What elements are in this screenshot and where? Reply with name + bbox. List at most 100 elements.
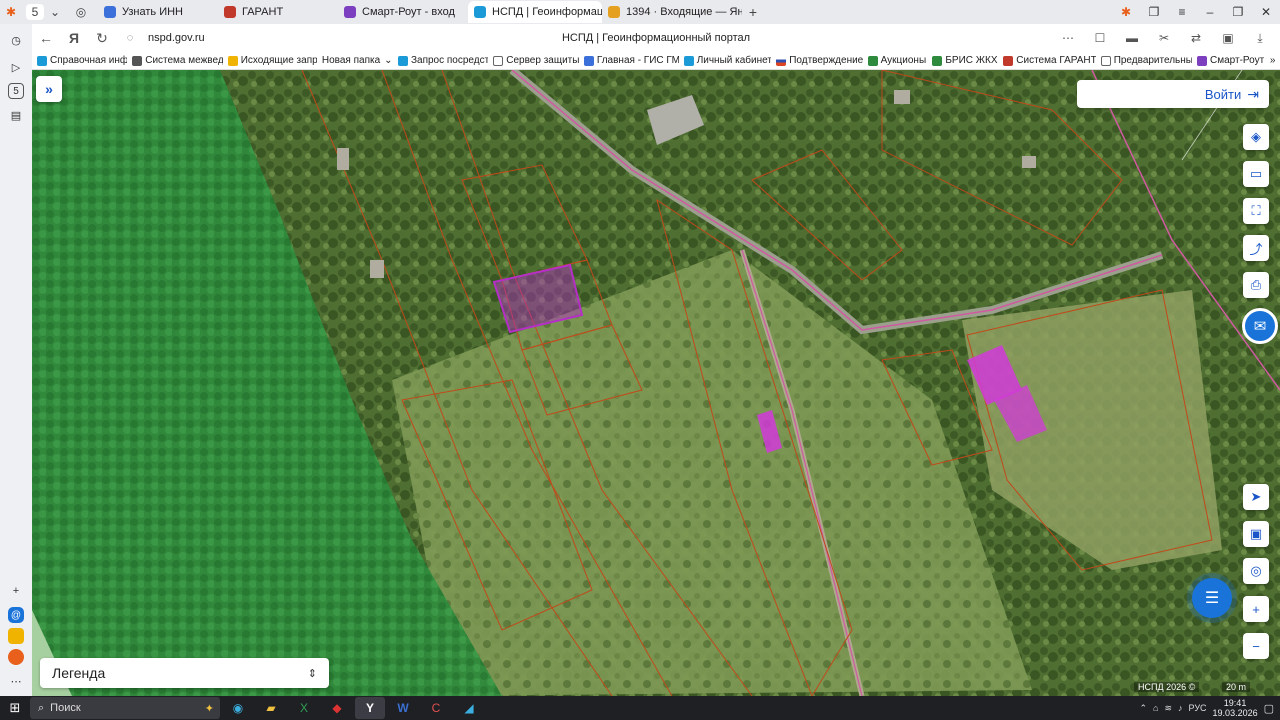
tab-inn[interactable]: Узнать ИНН [98, 1, 218, 23]
tray-chevron-icon[interactable]: ⌃ [1139, 703, 1147, 714]
extension-tools-icon[interactable]: ✂ [1150, 31, 1178, 45]
menu-icon[interactable]: ≡ [1168, 5, 1196, 19]
shield-icon[interactable]: ◎ [70, 1, 92, 23]
excel-app-icon[interactable]: X [289, 697, 319, 719]
bookmark-item[interactable]: БРИС ЖКХ [927, 55, 998, 66]
download-icon[interactable]: ⤓ [1246, 31, 1274, 46]
target-icon: ◎ [1250, 563, 1262, 578]
close-window-icon[interactable]: ✕ [1252, 5, 1280, 19]
print-icon: ⎙ [1250, 277, 1262, 292]
address-bar: ← Я ↻ ◌ nspd.gov.ru НСПД | Геоинформацио… [32, 24, 1280, 52]
browser-sidebar: ◷ ▷ 5 ▤ + @ ⋯ [0, 24, 32, 696]
yandex-browser-app-icon[interactable]: Y [355, 697, 385, 719]
bookmark-icon[interactable]: ☐ [1086, 31, 1114, 45]
edge-app-icon[interactable]: ◉ [223, 697, 253, 719]
satellite-map[interactable] [32, 70, 1280, 696]
expand-collapse-icon: ⇕ [307, 667, 317, 680]
start-button[interactable]: ⊞ [0, 700, 30, 716]
collections-icon[interactable]: ❐ [1140, 5, 1168, 19]
bookmark-item[interactable]: Система межвед [127, 55, 223, 66]
notes-icon[interactable]: ▤ [5, 104, 27, 126]
bookmark-item[interactable]: Подтверждение [771, 55, 863, 66]
history-icon[interactable]: ◷ [5, 29, 27, 51]
explorer-app-icon[interactable]: ▰ [256, 697, 286, 719]
wifi-icon[interactable]: ≋ [1164, 703, 1172, 714]
login-button[interactable]: Войти ⇥ [1077, 80, 1269, 108]
chevron-down-icon: ⌄ [384, 55, 393, 66]
url-field[interactable]: nspd.gov.ru [148, 32, 205, 44]
share-icon: ⤴ [1249, 241, 1263, 257]
print-button[interactable]: ⎙ [1243, 272, 1269, 298]
tab-yandex-mail[interactable]: 1394 · Входящие — Яндек [602, 1, 742, 23]
browser-menu-icon[interactable]: ✱ [0, 1, 22, 23]
locate-button[interactable]: ➤ [1243, 484, 1269, 510]
bookmark-item[interactable]: Справочная инф [32, 55, 127, 66]
clock[interactable]: 19:41 19.03.2026 [1213, 698, 1258, 718]
back-icon[interactable]: ← [32, 30, 60, 46]
extension-share-icon[interactable]: ⇄ [1182, 31, 1210, 45]
more-bookmarks-icon[interactable]: » [1265, 55, 1280, 66]
bookmark-folder[interactable]: Новая папка ⌄ [317, 55, 393, 66]
bookmark-item[interactable]: Система ГАРАНТ [998, 55, 1096, 66]
minimap-icon: ▣ [1249, 526, 1263, 541]
taskbar-search[interactable]: ⌕ Поиск ✦ [30, 697, 220, 719]
app-c-icon[interactable]: C [421, 697, 451, 719]
mail-yandex-icon[interactable] [8, 649, 24, 665]
reload-icon[interactable]: ↻ [88, 30, 116, 47]
zoom-out-button[interactable]: − [1243, 633, 1269, 659]
browser-tab-bar: ✱ 5 ⌄ ◎ Узнать ИНН ГАРАНТ Смарт-Роут - в… [0, 0, 1280, 24]
add-icon[interactable]: + [5, 580, 27, 602]
bookmark-item[interactable]: Сервер защиты [488, 55, 579, 66]
expand-panel-button[interactable]: » [36, 76, 62, 102]
map-viewport[interactable]: » Войти ⇥ ◈ ▭ ⛶ ⤴ ⎙ ✉ ➤ ▣ ◎ ☰ + − Легенд… [32, 70, 1280, 696]
tab-smart-route[interactable]: Смарт-Роут - вход [338, 1, 468, 23]
support-chat-button[interactable]: ✉ [1242, 308, 1278, 344]
bookmark-item[interactable]: Исходящие запр [223, 55, 317, 66]
restore-icon[interactable]: ❐ [1224, 5, 1252, 19]
share-button[interactable]: ⤴ [1243, 235, 1269, 261]
zoom-in-button[interactable]: + [1243, 596, 1269, 622]
chat-icon: ✉ [1253, 318, 1267, 335]
geolocation-button[interactable]: ◎ [1243, 558, 1269, 584]
bookmark-item[interactable]: Запрос посредст [393, 55, 488, 66]
assistant-button[interactable]: ☰ [1192, 578, 1232, 618]
extension-hat-icon[interactable]: ▬ [1118, 31, 1146, 45]
legend-dropdown[interactable]: Легенда ⇕ [40, 658, 329, 688]
more-icon[interactable]: ⋯ [5, 670, 27, 692]
word-app-icon[interactable]: W [388, 697, 418, 719]
tab-garant[interactable]: ГАРАНТ [218, 1, 338, 23]
security-icon[interactable]: ◌ [116, 32, 144, 44]
login-arrow-icon: ⇥ [1247, 85, 1259, 102]
bookmark-item[interactable]: Предварительны [1096, 55, 1192, 66]
counter-icon[interactable]: 5 [8, 83, 24, 99]
tab-counter[interactable]: 5 [26, 4, 44, 20]
alice-icon[interactable]: ✱ [1112, 5, 1140, 19]
volume-icon[interactable]: ♪ [1178, 703, 1183, 713]
select-area-button[interactable]: ⛶ [1243, 198, 1269, 224]
measure-button[interactable]: ▭ [1243, 161, 1269, 187]
tabs-dropdown-icon[interactable]: ⌄ [44, 1, 66, 23]
layers-icon: ◈ [1251, 129, 1261, 144]
play-icon[interactable]: ▷ [5, 56, 27, 78]
yandex-icon[interactable]: Я [60, 30, 88, 46]
bookmark-item[interactable]: Личный кабинет [679, 55, 771, 66]
notifications-icon[interactable]: ▢ [1264, 702, 1274, 715]
tab-nspd[interactable]: НСПД | Геоинформац✕ [468, 1, 602, 23]
system-tray: ⌃ ⌂ ≋ ♪ РУС 19:41 19.03.2026 ▢ [1139, 698, 1280, 718]
layers-button[interactable]: ◈ [1243, 124, 1269, 150]
house-roof [894, 90, 910, 104]
language-indicator[interactable]: РУС [1189, 703, 1207, 713]
minimize-icon[interactable]: – [1196, 5, 1224, 19]
hand-icon[interactable] [8, 628, 24, 644]
new-tab-button[interactable]: + [742, 1, 764, 23]
minimap-button[interactable]: ▣ [1243, 521, 1269, 547]
app-red-icon[interactable]: ◆ [322, 697, 352, 719]
more-options-icon[interactable]: ⋯ [1054, 31, 1082, 45]
extension-badge-icon[interactable]: ▣ [1214, 31, 1242, 45]
bookmark-item[interactable]: Смарт-Роут [1192, 55, 1265, 66]
app-blue-icon[interactable]: ◢ [454, 697, 484, 719]
mail-icon[interactable]: @ [8, 607, 24, 623]
bookmark-item[interactable]: Аукционы [863, 55, 928, 66]
bookmark-item[interactable]: Главная - ГИС ГМ [579, 55, 679, 66]
network-icon[interactable]: ⌂ [1153, 703, 1158, 713]
